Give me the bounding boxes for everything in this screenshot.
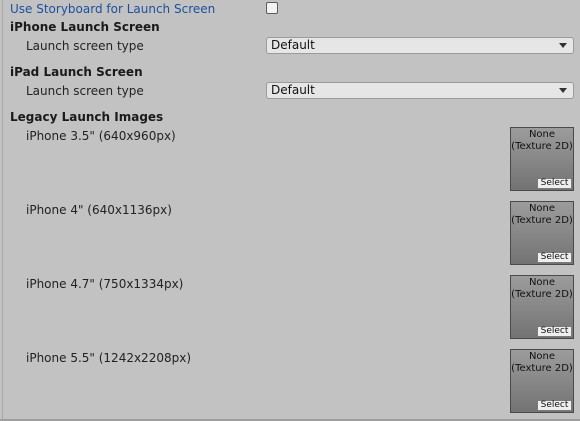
chevron-down-icon bbox=[559, 43, 567, 48]
iphone-launch-screen-heading: iPhone Launch Screen bbox=[10, 20, 160, 34]
chevron-down-icon bbox=[559, 88, 567, 93]
ipad-launch-screen-heading: iPad Launch Screen bbox=[10, 65, 143, 79]
ipad-launch-screen-type-label: Launch screen type bbox=[26, 84, 144, 98]
use-storyboard-label: Use Storyboard for Launch Screen bbox=[10, 2, 216, 16]
texture-none-text: None bbox=[528, 129, 556, 140]
texture-object-field[interactable]: None (Texture 2D) Select bbox=[510, 275, 574, 339]
texture-select-button[interactable]: Select bbox=[537, 400, 572, 411]
legacy-image-label: iPhone 4" (640x1136px) bbox=[26, 203, 172, 217]
legacy-launch-images-heading: Legacy Launch Images bbox=[10, 110, 164, 124]
panel-left-border bbox=[2, 0, 3, 421]
texture-none-text: None bbox=[528, 351, 556, 362]
iphone-launch-screen-type-dropdown[interactable]: Default bbox=[266, 37, 574, 54]
texture-object-field[interactable]: None (Texture 2D) Select bbox=[510, 201, 574, 265]
texture-none-text: None bbox=[528, 277, 556, 288]
texture-select-button[interactable]: Select bbox=[537, 326, 572, 337]
texture-select-button[interactable]: Select bbox=[537, 252, 572, 263]
texture-object-field[interactable]: None (Texture 2D) Select bbox=[510, 127, 574, 191]
legacy-image-label: iPhone 5.5" (1242x2208px) bbox=[26, 351, 191, 365]
texture-type-text: (Texture 2D) bbox=[511, 215, 573, 226]
ipad-launch-screen-type-value: Default bbox=[271, 83, 315, 97]
texture-object-field[interactable]: None (Texture 2D) Select bbox=[510, 349, 574, 413]
texture-select-button[interactable]: Select bbox=[537, 178, 572, 189]
ipad-launch-screen-type-dropdown[interactable]: Default bbox=[266, 82, 574, 99]
texture-type-text: (Texture 2D) bbox=[511, 363, 573, 374]
use-storyboard-checkbox[interactable] bbox=[266, 2, 278, 14]
legacy-image-label: iPhone 4.7" (750x1334px) bbox=[26, 277, 184, 291]
legacy-image-label: iPhone 3.5" (640x960px) bbox=[26, 129, 176, 143]
iphone-launch-screen-type-value: Default bbox=[271, 38, 315, 52]
texture-none-text: None bbox=[528, 203, 556, 214]
iphone-launch-screen-type-label: Launch screen type bbox=[26, 39, 144, 53]
texture-type-text: (Texture 2D) bbox=[511, 289, 573, 300]
texture-type-text: (Texture 2D) bbox=[511, 141, 573, 152]
